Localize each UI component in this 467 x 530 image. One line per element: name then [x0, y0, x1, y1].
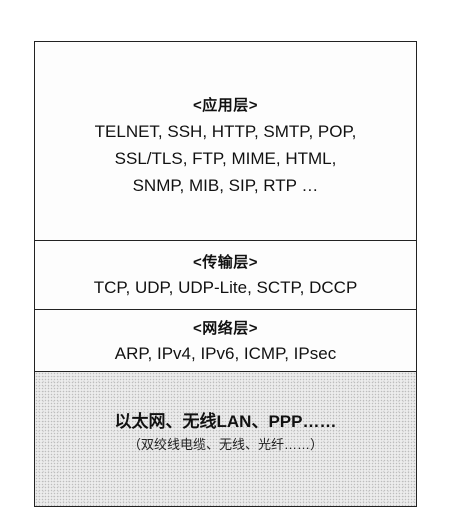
application-protocols-line-1: TELNET, SSH, HTTP, SMTP, POP,: [94, 122, 357, 141]
application-layer: <应用层> TELNET, SSH, HTTP, SMTP, POP, SSL/…: [35, 42, 416, 241]
protocol-stack-diagram: <应用层> TELNET, SSH, HTTP, SMTP, POP, SSL/…: [34, 41, 417, 507]
transport-protocols: TCP, UDP, UDP-Lite, SCTP, DCCP: [93, 278, 358, 297]
application-protocols-line-3: SNMP, MIB, SIP, RTP …: [132, 176, 319, 195]
network-layer-title: <网络层>: [192, 320, 259, 337]
link-layer-media: （双绞线电缆、无线、光纤……）: [127, 437, 323, 452]
link-layer-technologies: 以太网、无线LAN、PPP……: [114, 412, 337, 431]
network-layer: <网络层> ARP, IPv4, IPv6, ICMP, IPsec: [35, 310, 416, 372]
link-layer: 以太网、无线LAN、PPP…… （双绞线电缆、无线、光纤……）: [35, 372, 416, 506]
transport-layer: <传输层> TCP, UDP, UDP-Lite, SCTP, DCCP: [35, 241, 416, 310]
network-protocols: ARP, IPv4, IPv6, ICMP, IPsec: [114, 344, 337, 363]
application-protocols-line-2: SSL/TLS, FTP, MIME, HTML,: [114, 149, 337, 168]
application-layer-title: <应用层>: [192, 97, 259, 114]
transport-layer-title: <传输层>: [192, 254, 259, 271]
